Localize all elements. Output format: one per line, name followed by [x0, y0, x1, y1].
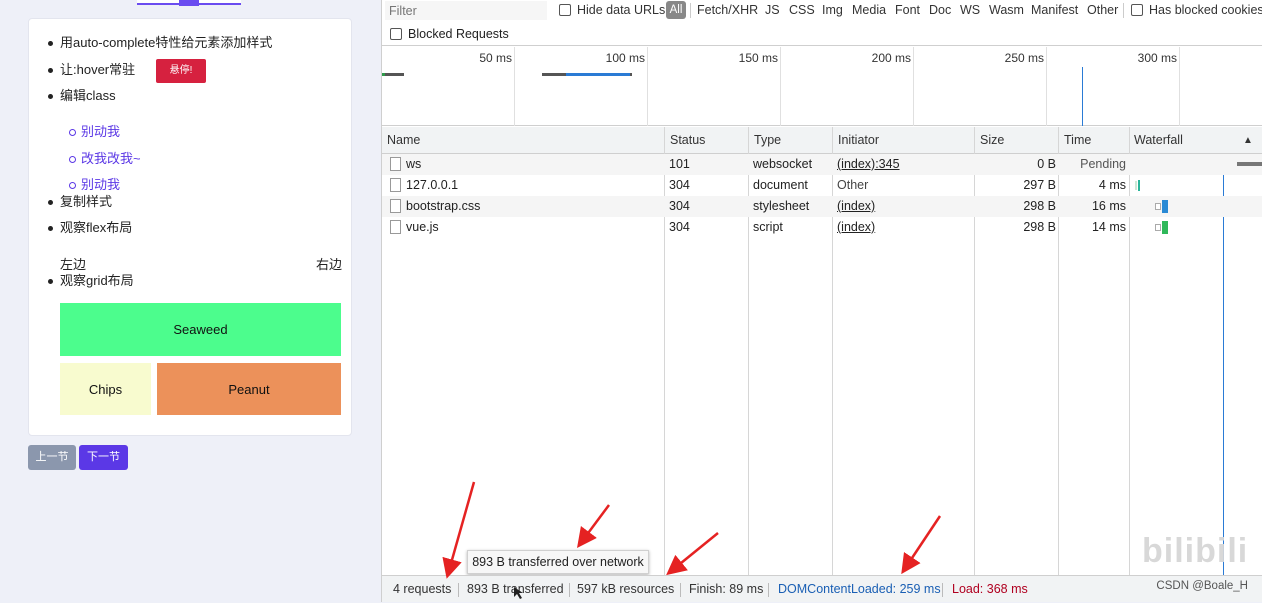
type-filter-media[interactable]: Media [852, 3, 886, 17]
request-size: 0 B [1037, 157, 1056, 171]
file-icon [390, 178, 401, 192]
request-type: websocket [753, 157, 813, 171]
type-filter-wasm[interactable]: Wasm [989, 3, 1024, 17]
sublist-item: 别动我 [69, 122, 281, 142]
request-name: 127.0.0.1 [406, 178, 459, 192]
list-item: 复制样式 [47, 192, 347, 219]
request-size: 297 B [1023, 178, 1056, 192]
request-name: bootstrap.css [406, 199, 481, 213]
grid-seaweed: Seaweed [60, 303, 341, 356]
file-icon [390, 220, 401, 234]
red-arrow [442, 481, 476, 579]
request-type: document [753, 178, 808, 192]
file-icon [390, 199, 401, 213]
red-arrow [666, 532, 719, 576]
top-tab-indicator [137, 0, 241, 6]
blocked-requests-checkbox[interactable] [390, 28, 402, 40]
has-blocked-cookies-label: Has blocked cookies [1149, 3, 1262, 17]
column-header-size[interactable]: Size [975, 127, 1004, 154]
type-filter-ws[interactable]: WS [960, 3, 980, 17]
sublist-item: 改我改我~ [69, 149, 281, 169]
list-item: 编辑class [47, 86, 347, 113]
devtools-network-panel: Hide data URLs All Fetch/XHR JS CSS Img … [381, 0, 1262, 602]
flex-right: 右边 [315, 257, 342, 272]
request-initiator[interactable]: (index) [837, 196, 875, 217]
request-status: 304 [669, 178, 690, 192]
overview-tick-label: 200 ms [871, 51, 911, 65]
blocked-requests-label: Blocked Requests [408, 27, 509, 41]
table-row[interactable]: 127.0.0.1 304 document Other 297 B 4 ms [382, 175, 1262, 196]
demo-card: 用auto-complete特性给元素添加样式 让:hover常驻 编辑clas… [28, 18, 352, 436]
request-time: 14 ms [1091, 220, 1126, 234]
request-status: 304 [669, 220, 690, 234]
type-filter-img[interactable]: Img [822, 3, 843, 17]
column-header-time[interactable]: Time [1059, 127, 1091, 154]
request-name: vue.js [406, 220, 439, 234]
column-header-type[interactable]: Type [749, 127, 781, 154]
red-arrow [577, 504, 611, 549]
request-type: stylesheet [753, 199, 810, 213]
request-name: ws [406, 157, 422, 171]
table-row[interactable]: ws 101 websocket (index):345 0 B Pending [382, 154, 1262, 175]
timeline-overview[interactable]: 50 ms 100 ms 150 ms 200 ms 250 ms 300 ms [382, 47, 1262, 126]
list-item: 观察flex布局 [47, 218, 347, 245]
blocked-requests-row: Blocked Requests [382, 22, 1262, 46]
request-status: 304 [669, 199, 690, 213]
request-initiator[interactable]: (index):345 [837, 154, 900, 175]
type-filter-all[interactable]: All [666, 1, 686, 19]
request-type: script [753, 220, 783, 234]
table-row[interactable]: vue.js 304 script (index) 298 B 14 ms [382, 217, 1262, 238]
type-filter-doc[interactable]: Doc [929, 3, 951, 17]
file-icon [390, 157, 401, 171]
overview-tick-label: 250 ms [1004, 51, 1044, 65]
hide-data-urls-label: Hide data URLs [577, 3, 666, 17]
type-filter-other[interactable]: Other [1087, 3, 1118, 17]
sort-arrow-icon[interactable]: ▲ [1238, 127, 1253, 154]
request-initiator: Other [837, 178, 869, 192]
request-size: 298 B [1023, 220, 1056, 234]
filter-input[interactable] [385, 1, 547, 20]
annotation-arrows [442, 481, 942, 599]
csdn-watermark: CSDN @Boale_H [1156, 580, 1248, 592]
request-table-header: Name Status Type Initiator Size Time Wat… [382, 127, 1262, 154]
request-size: 298 B [1023, 199, 1056, 213]
hide-data-urls-checkbox[interactable] [559, 4, 571, 16]
type-filter-css[interactable]: CSS [789, 3, 815, 17]
column-header-waterfall[interactable]: Waterfall [1129, 127, 1183, 154]
sublist-item: 别动我 [69, 175, 281, 195]
column-header-initiator[interactable]: Initiator [833, 127, 879, 154]
type-filter-font[interactable]: Font [895, 3, 920, 17]
request-status: 101 [669, 157, 690, 171]
hover-button[interactable]: 悬停! [156, 59, 206, 83]
list-item: 用auto-complete特性给元素添加样式 [47, 33, 347, 60]
type-filter-js[interactable]: JS [765, 3, 780, 17]
column-header-status[interactable]: Status [665, 127, 705, 154]
next-section-button[interactable]: 下一节 [79, 445, 128, 470]
has-blocked-cookies-checkbox[interactable] [1131, 4, 1143, 16]
request-initiator[interactable]: (index) [837, 217, 875, 238]
overview-tick-label: 50 ms [479, 51, 512, 65]
flex-demo: 左边 右边 [60, 255, 342, 275]
overview-tick-label: 150 ms [738, 51, 778, 65]
request-time: 16 ms [1091, 199, 1126, 213]
mouse-cursor-icon [514, 587, 523, 599]
type-filter-fetch-xhr[interactable]: Fetch/XHR [697, 3, 758, 17]
request-time: 4 ms [1098, 178, 1126, 192]
red-arrow [901, 515, 942, 575]
table-row[interactable]: bootstrap.css 304 stylesheet (index) 298… [382, 196, 1262, 217]
column-header-name[interactable]: Name [382, 127, 420, 154]
prev-section-button[interactable]: 上一节 [28, 445, 76, 470]
demo-page: 用auto-complete特性给元素添加样式 让:hover常驻 编辑clas… [0, 0, 380, 602]
overview-tick-label: 100 ms [605, 51, 645, 65]
request-time: Pending [1080, 157, 1126, 171]
grid-chips: Chips [60, 363, 151, 415]
filter-toolbar: Hide data URLs All Fetch/XHR JS CSS Img … [382, 0, 1262, 22]
type-filter-manifest[interactable]: Manifest [1031, 3, 1078, 17]
flex-left: 左边 [60, 257, 87, 272]
grid-peanut: Peanut [157, 363, 341, 415]
overview-tick-label: 300 ms [1137, 51, 1177, 65]
